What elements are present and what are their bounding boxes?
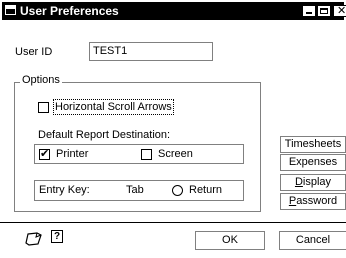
screen-label[interactable]: Screen	[158, 148, 193, 160]
screen-checkbox[interactable]	[141, 149, 152, 160]
options-legend: Options	[20, 74, 62, 86]
title-bar[interactable]: User Preferences	[2, 2, 346, 20]
horizontal-scroll-checkbox[interactable]	[38, 102, 49, 113]
timesheets-button[interactable]: Timesheets	[280, 136, 346, 153]
help-icon[interactable]: ?	[51, 230, 63, 243]
tab-option-label[interactable]: Tab	[126, 184, 144, 196]
return-radio[interactable]	[172, 185, 183, 196]
printer-label[interactable]: Printer	[56, 148, 88, 160]
maximize-button[interactable]	[317, 5, 331, 17]
display-mnemonic: D	[294, 176, 303, 188]
expenses-button[interactable]: Expenses	[280, 154, 346, 171]
window-title: User Preferences	[20, 4, 119, 18]
minimize-button[interactable]	[302, 5, 316, 17]
password-label: assword	[296, 195, 338, 207]
user-id-label: User ID	[15, 46, 53, 58]
window-icon	[5, 5, 16, 15]
report-destination-label: Default Report Destination:	[38, 129, 171, 141]
display-button[interactable]: Display	[280, 174, 346, 191]
password-button[interactable]: Password	[280, 193, 346, 210]
user-preferences-window: User Preferences User ID TEST1 Options H…	[0, 0, 346, 258]
footer-divider	[0, 222, 346, 223]
note-icon[interactable]	[25, 232, 43, 246]
close-button[interactable]	[333, 5, 346, 17]
entry-key-label: Entry Key:	[39, 184, 90, 196]
printer-checkbox[interactable]	[39, 147, 50, 161]
horizontal-scroll-label[interactable]: Horizontal Scroll Arrows	[53, 99, 174, 115]
ok-button[interactable]: OK	[195, 231, 265, 250]
cancel-button[interactable]: Cancel	[279, 231, 346, 250]
return-option-label[interactable]: Return	[189, 184, 222, 196]
display-label: isplay	[302, 176, 332, 188]
user-id-field[interactable]: TEST1	[89, 42, 213, 61]
